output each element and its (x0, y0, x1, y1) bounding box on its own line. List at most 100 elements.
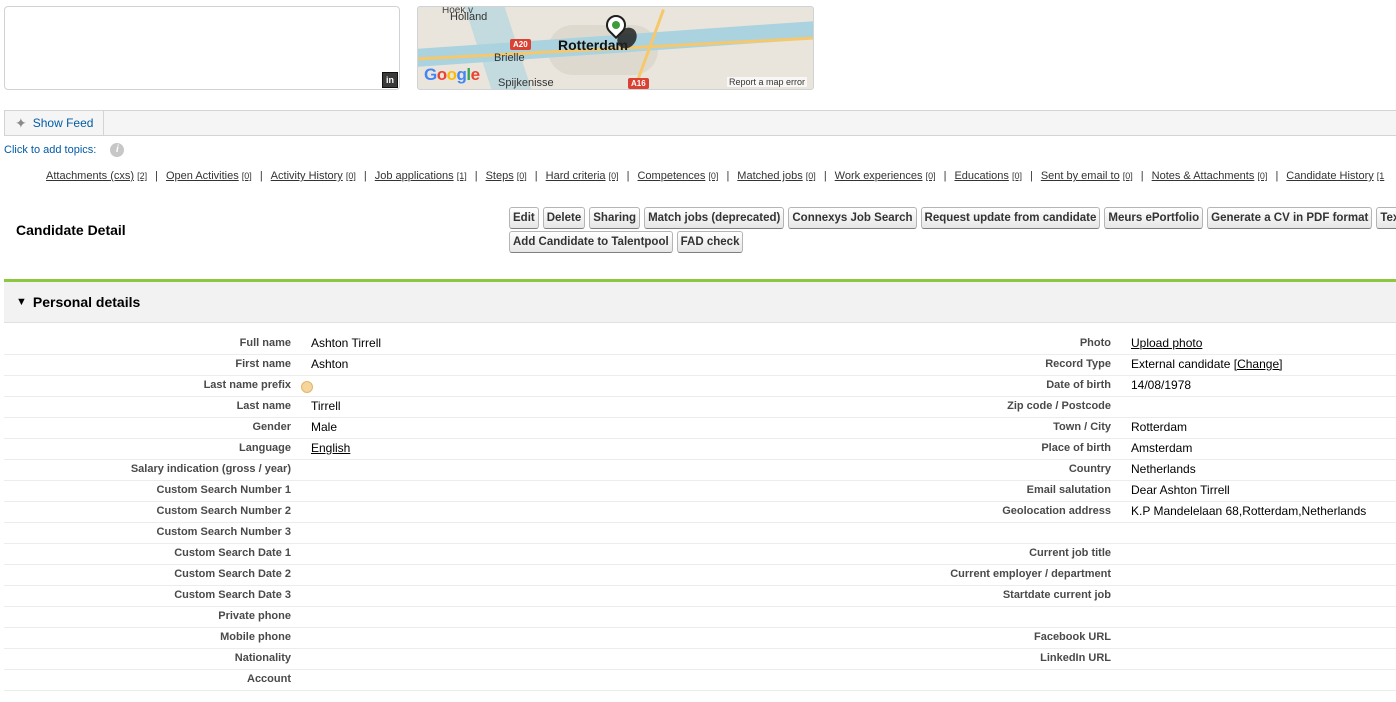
collapse-triangle-icon[interactable]: ▼ (16, 296, 27, 308)
field-value-date-of-birth: 14/08/1978 (1131, 378, 1192, 392)
field-value-container: K.P Mandelelaan 68,Rotterdam,Netherlands (1131, 504, 1366, 518)
report-map-error-link[interactable]: Report a map error (726, 77, 807, 87)
location-map[interactable]: Hoek v Holland Rotterdam Brielle Spijken… (417, 6, 814, 90)
add-topics-link[interactable]: Click to add topics: (4, 144, 96, 156)
field-label-custom-search-number-2: Custom Search Number 2 (156, 505, 291, 517)
textke-button[interactable]: Textke (1376, 207, 1396, 229)
detail-row: Mobile phone Facebook URL (4, 628, 1396, 649)
related-list-link-hard-criteria[interactable]: Hard criteria (546, 170, 606, 182)
field-label-custom-search-date-3: Custom Search Date 3 (174, 589, 291, 601)
field-label-town-city: Town / City (1053, 421, 1111, 433)
related-list-link-open-activities[interactable]: Open Activities (166, 170, 239, 182)
feed-icon: ✦ (15, 114, 27, 131)
detail-row: Account (4, 670, 1396, 691)
detail-row: Last name prefix Date of birth 14/08/1978 (4, 376, 1396, 397)
related-list-count: [0] (1011, 171, 1022, 181)
field-label-last-name-prefix: Last name prefix (203, 379, 291, 391)
field-label-email-salutation: Email salutation (1026, 484, 1111, 496)
field-label-date-of-birth: Date of birth (1046, 379, 1111, 391)
related-list-link-attachments-cxs[interactable]: Attachments (cxs) (46, 170, 134, 182)
map-shield-a16: A16 (628, 78, 649, 89)
detail-row: Custom Search Date 1 Current job title (4, 544, 1396, 565)
detail-row: Custom Search Number 2 Geolocation addres… (4, 502, 1396, 523)
map-shield-a20: A20 (510, 39, 531, 50)
detail-grid: Full name Ashton Tirrell Photo Upload photo… (4, 334, 1396, 691)
fad-check-button[interactable]: FAD check (676, 231, 744, 253)
field-label-current-job-title: Current job title (1029, 547, 1111, 559)
related-list-link-job-applications[interactable]: Job applications (375, 170, 454, 182)
detail-row: Gender Male Town / City Rotterdam (4, 418, 1396, 439)
field-value-container: Dear Ashton Tirrell (1131, 483, 1230, 497)
personal-details-section: ▼ Personal details Full name Ashton Tirre… (4, 279, 1396, 702)
page-title: Candidate Detail (16, 222, 126, 238)
related-list-count: [0] (925, 171, 936, 181)
field-label-account: Account (247, 673, 291, 685)
related-list-separator: | (1275, 170, 1279, 182)
field-value-language[interactable]: English (311, 441, 350, 455)
request-update-from-candidate-button[interactable]: Request update from candidate (920, 207, 1101, 229)
detail-row: Custom Search Date 2 Current employer / d… (4, 565, 1396, 586)
related-list-link-competences[interactable]: Competences (637, 170, 705, 182)
map-label-brielle: Brielle (494, 52, 525, 64)
related-list-link-steps[interactable]: Steps (486, 170, 514, 182)
generate-a-cv-in-pdf-format-button[interactable]: Generate a CV in PDF format (1207, 207, 1373, 229)
section-header[interactable]: ▼ Personal details (4, 282, 1396, 323)
button-row-2: Add Candidate to Talentpool FAD check (509, 231, 744, 253)
related-list-separator: | (474, 170, 478, 182)
field-label-language: Language (239, 442, 291, 454)
linkedin-icon[interactable]: in (382, 72, 398, 88)
button-row-1: Edit Delete Sharing Match jobs (deprecated)… (509, 207, 1396, 229)
add-candidate-to-talentpool-button[interactable]: Add Candidate to Talentpool (509, 231, 673, 253)
match-jobs-deprecated-button[interactable]: Match jobs (deprecated) (644, 207, 785, 229)
field-label-private-phone: Private phone (218, 610, 291, 622)
related-list-count: [1 (1376, 171, 1385, 181)
related-list-count: [0] (516, 171, 527, 181)
edit-button[interactable]: Edit (509, 207, 539, 229)
field-value-container: External candidate [Change] (1131, 357, 1282, 371)
related-list-link-activity-history[interactable]: Activity History (271, 170, 343, 182)
field-label-first-name: First name (235, 358, 291, 370)
related-list-count: [0] (241, 171, 252, 181)
related-list-count: [0] (345, 171, 356, 181)
show-feed-label: Show Feed (32, 116, 94, 130)
related-list-separator: | (1140, 170, 1144, 182)
related-list-link-candidate-history[interactable]: Candidate History (1286, 170, 1373, 182)
map-label-spijkenisse: Spijkenisse (498, 77, 554, 89)
field-label-current-employer-department: Current employer / department (950, 568, 1111, 580)
related-list-count: [0] (805, 171, 816, 181)
field-label-record-type: Record Type (1045, 358, 1111, 370)
google-logo: Google (424, 65, 480, 84)
field-value-photo[interactable]: Upload photo (1131, 336, 1202, 350)
related-list-link-educations[interactable]: Educations (954, 170, 1008, 182)
meurs-eportfolio-button[interactable]: Meurs ePortfolio (1104, 207, 1204, 229)
field-label-custom-search-number-3: Custom Search Number 3 (156, 526, 291, 538)
field-label-geolocation-address: Geolocation address (1002, 505, 1111, 517)
field-value-container: Amsterdam (1131, 441, 1192, 455)
related-list-link-work-experiences[interactable]: Work experiences (835, 170, 923, 182)
detail-row: First name Ashton Record Type External cand… (4, 355, 1396, 376)
change-record-type-link[interactable]: [Change] (1234, 357, 1283, 371)
related-list-count: [0] (1122, 171, 1133, 181)
field-label-linkedin-url: LinkedIn URL (1040, 652, 1111, 664)
sharing-button[interactable]: Sharing (589, 207, 641, 229)
field-label-facebook-url: Facebook URL (1033, 631, 1111, 643)
show-feed-button[interactable]: ✦ Show Feed (5, 111, 104, 135)
connexys-job-search-button[interactable]: Connexys Job Search (788, 207, 917, 229)
detail-row: Private phone (4, 607, 1396, 628)
field-value-place-of-birth: Amsterdam (1131, 441, 1193, 455)
delete-button[interactable]: Delete (542, 207, 586, 229)
field-value-last-name: Tirrell (311, 399, 341, 413)
detail-row: Last name Tirrell Zip code / Postcode (4, 397, 1396, 418)
feed-bar: ✦ Show Feed (4, 110, 1396, 136)
help-icon[interactable] (301, 381, 313, 393)
related-list-link-notes-attachments[interactable]: Notes & Attachments (1152, 170, 1255, 182)
related-list-link-matched-jobs[interactable]: Matched jobs (737, 170, 802, 182)
related-list-link-sent-by-email-to[interactable]: Sent by email to (1041, 170, 1120, 182)
topics-row: Click to add topics: i (4, 143, 125, 157)
info-icon[interactable]: i (110, 143, 125, 157)
related-list-count: [0] (608, 171, 619, 181)
detail-row: Salary indication (gross / year) Country N… (4, 460, 1396, 481)
field-label-zip-code-postcode: Zip code / Postcode (1007, 400, 1111, 412)
field-label-place-of-birth: Place of birth (1041, 442, 1111, 454)
detail-row: Custom Search Number 3 (4, 523, 1396, 544)
